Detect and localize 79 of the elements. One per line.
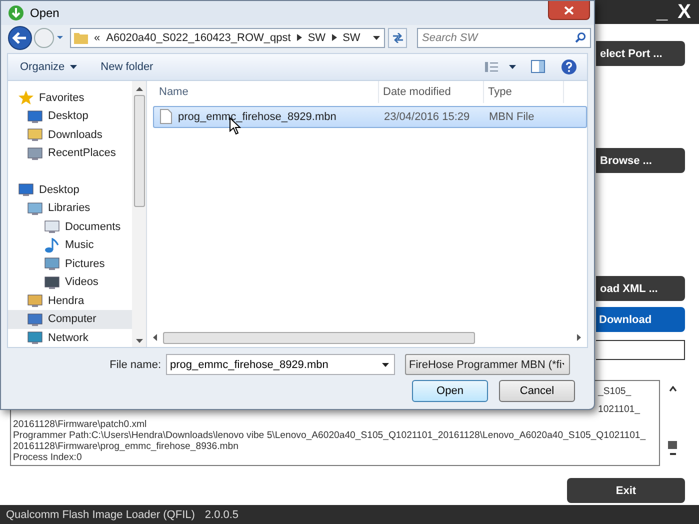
new-folder-button[interactable]: New folder [100, 60, 154, 73]
app-name: Qualcomm Flash Image Loader (QFIL) [6, 508, 195, 520]
computer-icon [27, 312, 43, 327]
download-button[interactable]: Download [596, 307, 685, 332]
organize-menu[interactable]: Organize [20, 60, 65, 73]
nav-item[interactable]: Music [8, 236, 132, 254]
input-field[interactable] [596, 340, 685, 360]
log-line: _S105_ [598, 385, 632, 399]
chevron-icon [332, 34, 337, 42]
log-line: 20161128\Firmware\patch0.xml [13, 419, 148, 430]
version-label: 2.0.0.5 [204, 508, 239, 520]
breadcrumb-overflow[interactable]: « [94, 32, 100, 44]
breadcrumb-item[interactable]: SW [342, 32, 360, 44]
file-name-field[interactable]: prog_emmc_firehose_8929.mbn [166, 354, 395, 375]
column-header[interactable]: Name [155, 80, 379, 102]
window-title: Open [30, 6, 60, 20]
minimize-button[interactable]: _ [656, 2, 668, 22]
address-bar[interactable]: « A6020a40_S022_160423_ROW_qpst SW SW [70, 28, 385, 48]
nav-item[interactable]: Libraries [8, 199, 132, 218]
scroll-left-icon[interactable] [153, 334, 157, 341]
log-line: 1021101_ [598, 403, 640, 417]
log-line: Process Index:0 [13, 452, 83, 463]
close-icon [564, 6, 574, 14]
music-note-icon [44, 238, 60, 253]
scroll-up-icon[interactable] [668, 386, 676, 392]
dropdown-caret-icon[interactable] [373, 36, 380, 40]
breadcrumb-item[interactable]: SW [308, 32, 326, 44]
nav-item[interactable]: Favorites [8, 88, 132, 107]
nav-item[interactable]: RecentPlaces [8, 144, 132, 162]
scroll-down-icon[interactable] [136, 339, 142, 343]
nav-item[interactable]: Pictures [8, 254, 132, 273]
nav-item[interactable]: Desktop [8, 107, 132, 126]
monitor-icon [18, 182, 34, 198]
nav-item[interactable]: Downloads [8, 126, 132, 144]
column-header[interactable]: Date modified [379, 80, 484, 102]
file-name-label: File name: [108, 358, 162, 370]
action-button[interactable]: oad XML ... [596, 276, 685, 301]
dropdown-caret-icon [562, 362, 564, 366]
nav-item[interactable]: Desktop [8, 180, 132, 199]
action-button[interactable]: Browse ... [596, 148, 685, 173]
scroll-right-icon[interactable] [577, 334, 581, 341]
scroll-thumb[interactable] [668, 441, 677, 449]
file-type-dropdown[interactable]: FireHose Programmer MBN (*fi [405, 354, 570, 375]
close-button[interactable] [548, 1, 590, 20]
search-icon [575, 32, 586, 43]
nav-item[interactable]: Documents [8, 218, 132, 236]
open-button[interactable]: Open [412, 380, 488, 402]
column-header[interactable]: Type [484, 80, 564, 102]
file-date: 23/04/2016 15:29 [383, 110, 471, 122]
close-button[interactable]: X [678, 2, 691, 22]
breadcrumb-item[interactable]: A6020a40_S022_160423_ROW_qpst [106, 32, 291, 44]
help-icon[interactable] [561, 58, 577, 75]
nav-item[interactable]: Videos [8, 273, 132, 292]
monitor-icon [27, 108, 43, 124]
file-name: prog_emmc_firehose_8929.mbn [178, 110, 336, 122]
log-line: Programmer Path:C:\Users\Hendra\Downloads\lenovo vibe 5\Lenovo_A6020a40_S105_Q1021101_20161128\Lenovo_A6020a40_S105_Q1021101_ [13, 430, 647, 441]
scroll-thumb[interactable] [134, 94, 144, 206]
refresh-button[interactable] [388, 28, 407, 48]
exit-button[interactable]: Exit [567, 478, 685, 503]
scroll-thumb[interactable] [163, 332, 475, 344]
action-button[interactable]: elect Port ... [596, 41, 685, 66]
file-row[interactable]: prog_emmc_firehose_8929.mbn 23/04/2016 15:29 MBN File [153, 106, 587, 128]
dropdown-caret-icon [382, 363, 389, 367]
nav-item[interactable]: Network [8, 328, 132, 347]
chevron-icon [296, 34, 302, 42]
view-options-icon[interactable] [485, 60, 517, 73]
file-icon [160, 109, 172, 124]
scroll-up-icon[interactable] [136, 86, 142, 90]
cancel-button[interactable]: Cancel [499, 380, 575, 402]
preview-pane-icon[interactable] [531, 60, 545, 74]
file-type: MBN File [488, 110, 536, 122]
nav-item[interactable]: Hendra [8, 292, 132, 310]
refresh-icon [392, 32, 404, 43]
log-line: 20161128\Firmware\prog_emmc_firehose_8936.mbn [13, 441, 240, 452]
search-field[interactable]: Search SW [417, 28, 591, 48]
dropdown-caret-icon[interactable] [70, 64, 77, 69]
nav-item[interactable]: Computer [8, 310, 132, 328]
scroll-down-icon[interactable] [668, 453, 676, 456]
star-icon [18, 90, 34, 106]
